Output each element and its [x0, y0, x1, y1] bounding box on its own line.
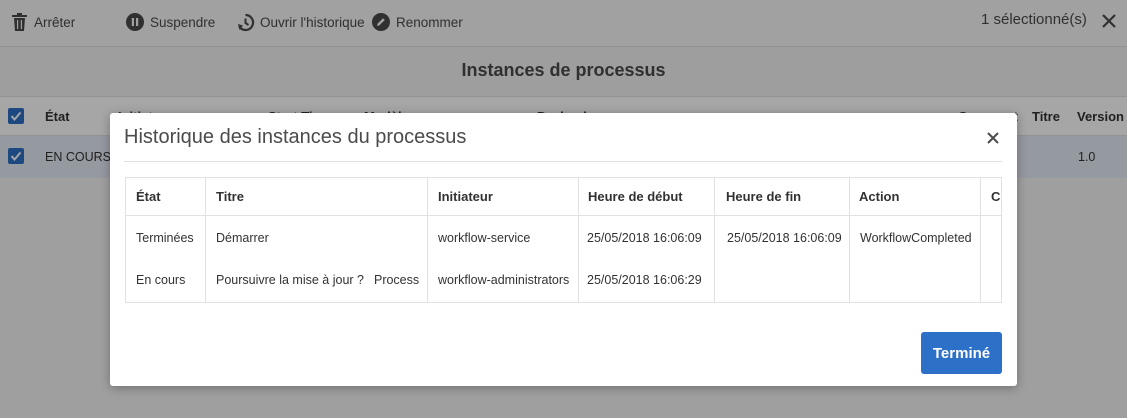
- history-row-state: Terminées: [136, 231, 194, 245]
- history-header-action: Action: [859, 189, 900, 204]
- history-header-comment: Co: [991, 189, 1001, 204]
- history-dialog: Historique des instances du processus Ét…: [110, 113, 1017, 386]
- history-row-tag: Process: [373, 273, 420, 287]
- history-header-end: Heure de fin: [726, 189, 802, 204]
- close-icon: [987, 132, 999, 144]
- history-row-initiator: workflow-administrators: [438, 273, 570, 287]
- column-divider: [205, 178, 206, 302]
- history-table-header: État Titre Initiateur Heure de début Heu…: [126, 178, 1001, 216]
- history-header-initiator: Initiateur: [438, 189, 493, 204]
- history-row-title-text: Poursuivre la mise à jour ?: [216, 273, 364, 287]
- column-divider: [578, 178, 579, 302]
- history-row-state: En cours: [136, 273, 186, 287]
- history-header-start: Heure de début: [588, 189, 683, 204]
- column-divider: [849, 178, 850, 302]
- history-row-start: 25/05/2018 16:06:29: [587, 273, 702, 287]
- history-table: État Titre Initiateur Heure de début Heu…: [125, 177, 1002, 303]
- history-row-title: Poursuivre la mise à jour ? Process: [216, 273, 419, 287]
- dialog-title: Historique des instances du processus: [124, 126, 467, 148]
- done-button[interactable]: Terminé: [921, 332, 1002, 374]
- column-divider: [714, 178, 715, 302]
- history-row-end: 25/05/2018 16:06:09: [727, 231, 842, 245]
- dialog-divider: [124, 161, 1002, 162]
- history-row-action: WorkflowCompleted: [860, 231, 972, 245]
- history-row-initiator: workflow-service: [438, 231, 531, 245]
- history-header-title: Titre: [216, 189, 244, 204]
- history-row-start: 25/05/2018 16:06:09: [587, 231, 702, 245]
- column-divider: [980, 178, 981, 302]
- column-divider: [427, 178, 428, 302]
- dialog-close-button[interactable]: [985, 130, 1001, 146]
- history-header-state: État: [136, 189, 161, 204]
- history-row-title: Démarrer: [216, 231, 269, 245]
